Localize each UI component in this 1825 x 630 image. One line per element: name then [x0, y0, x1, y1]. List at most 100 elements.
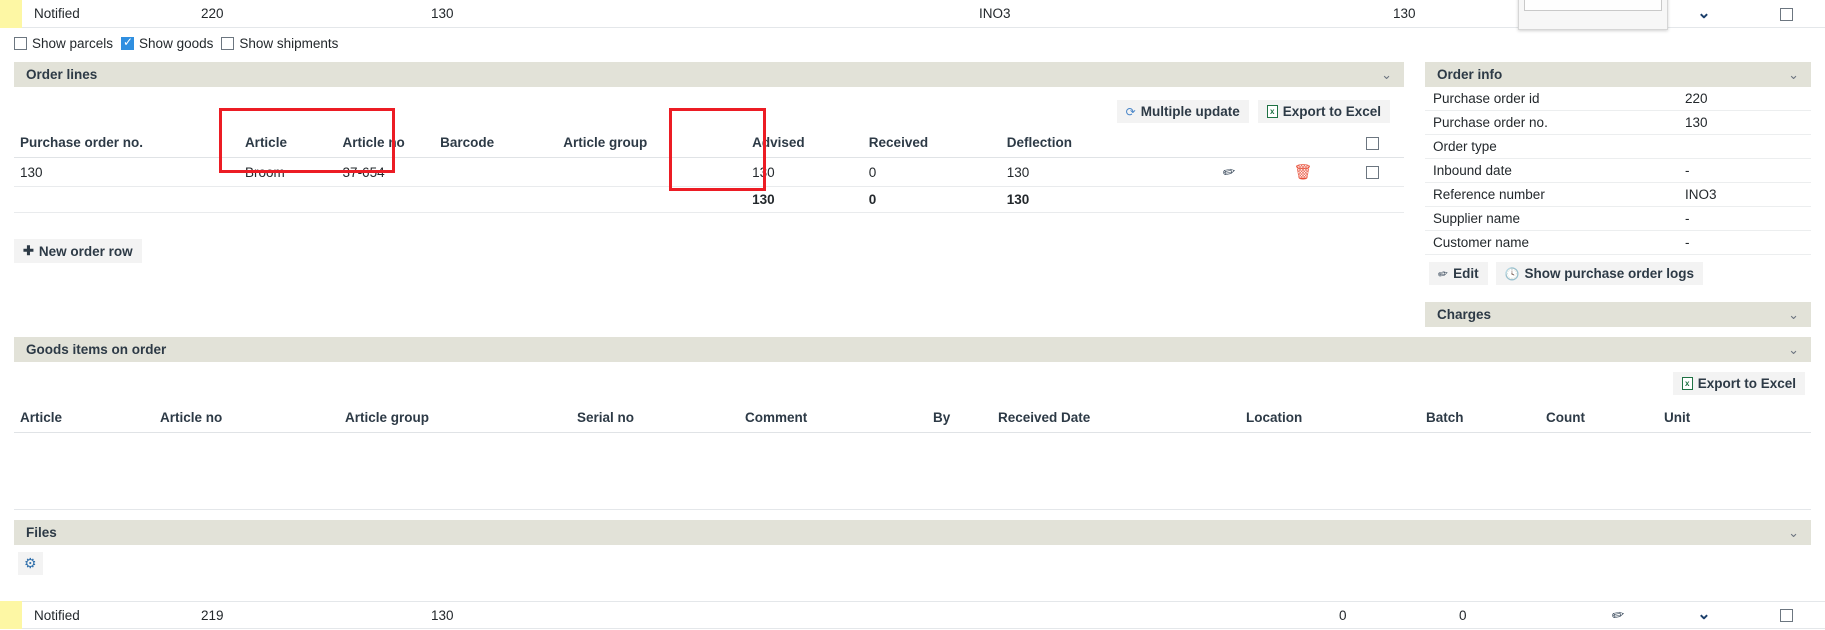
filter-show-parcels[interactable]: Show parcels — [14, 36, 113, 51]
parent-order-row-top[interactable]: Notified 220 130 INO3 130 ✏ ⌄ ⌄ — [0, 0, 1825, 30]
filter-show-shipments[interactable]: Show shipments — [221, 36, 338, 51]
row-edit-button[interactable]: ✏ — [1575, 606, 1661, 625]
section-title: Files — [26, 525, 57, 540]
col-received[interactable]: Received — [862, 131, 1001, 158]
chevron-down-icon: ⌄ — [1697, 606, 1711, 623]
show-purchase-order-logs-button[interactable]: 🕓 Show purchase order logs — [1495, 262, 1704, 285]
files-settings-button[interactable]: ⚙ — [18, 552, 43, 575]
field-label: Purchase order no. — [1425, 110, 1677, 135]
row-select-checkbox[interactable] — [1340, 157, 1404, 187]
col-article[interactable]: Article — [238, 131, 337, 158]
export-to-excel-button[interactable]: x Export to Excel — [1672, 372, 1805, 395]
chevron-down-icon[interactable]: ⌄ — [1381, 67, 1392, 83]
parent-order-row-bottom[interactable]: Notified 219 130 0 0 ✏ ⌄ — [0, 601, 1825, 629]
chevron-down-icon[interactable]: ⌄ — [1788, 525, 1799, 541]
col-article-no[interactable]: Article no — [154, 406, 339, 433]
filter-show-goods[interactable]: Show goods — [121, 35, 213, 51]
col-article-no[interactable]: Article no — [336, 131, 435, 158]
row-edit-button[interactable]: ✏ — [1191, 157, 1266, 187]
row-delete-button[interactable]: 🗑 — [1265, 157, 1341, 187]
field-label: Order type — [1425, 134, 1677, 159]
charges-section-header[interactable]: Charges ⌄ — [1425, 302, 1811, 327]
col-received-date[interactable]: Received Date — [992, 406, 1240, 433]
row-status-flag — [0, 601, 22, 629]
chevron-down-icon[interactable]: ⌄ — [1788, 307, 1799, 323]
trash-icon: 🗑 — [1293, 164, 1313, 181]
display-filters: Show parcels Show goods Show shipments — [14, 35, 346, 51]
goods-items-table: Article Article no Article group Serial … — [14, 406, 1811, 433]
col-article[interactable]: Article — [14, 406, 154, 433]
field-value: - — [1677, 158, 1811, 183]
field-value: - — [1677, 206, 1811, 231]
chevron-down-icon[interactable]: ⌄ — [1788, 342, 1799, 358]
row-select-checkbox[interactable] — [1747, 6, 1825, 21]
col-barcode[interactable]: Barcode — [434, 131, 558, 158]
sum-advised: 130 — [746, 186, 863, 213]
order-info-row: Customer name - — [1425, 230, 1811, 255]
section-title: Order lines — [26, 67, 98, 82]
row-received: 0 — [1459, 607, 1467, 623]
order-info-row: Purchase order id 220 — [1425, 87, 1811, 111]
goods-items-panel: x Export to Excel Article Article no Art… — [14, 362, 1811, 510]
cell-received: 0 — [862, 157, 1001, 187]
sum-blank-1 — [14, 186, 239, 213]
col-batch[interactable]: Batch — [1420, 406, 1540, 433]
checkbox-box — [1365, 166, 1379, 180]
order-info-section-header[interactable]: Order info ⌄ — [1425, 62, 1811, 87]
col-unit[interactable]: Unit — [1658, 406, 1811, 433]
chevron-down-icon[interactable]: ⌄ — [1788, 67, 1799, 83]
row-expand-toggle[interactable]: ⌄ — [1661, 607, 1747, 623]
inline-edit-popup[interactable]: ⌄ — [1518, 0, 1668, 30]
field-value: INO3 — [1677, 182, 1811, 207]
col-comment[interactable]: Comment — [739, 406, 927, 433]
col-delete — [1265, 131, 1341, 158]
order-info-table: Purchase order id 220 Purchase order no.… — [1425, 87, 1811, 255]
col-article-group[interactable]: Article group — [557, 131, 747, 158]
col-advised[interactable]: Advised — [746, 131, 863, 158]
checkbox-box — [1779, 7, 1793, 21]
order-lines-table: Purchase order no. Article Article no Ba… — [14, 131, 1404, 213]
col-location[interactable]: Location — [1240, 406, 1420, 433]
order-info-row: Supplier name - — [1425, 206, 1811, 231]
section-title: Charges — [1437, 307, 1492, 322]
col-by[interactable]: By — [927, 406, 992, 433]
col-select-all[interactable] — [1340, 131, 1404, 158]
new-order-row-button[interactable]: ✚ New order row — [14, 239, 142, 263]
checkbox-box — [14, 37, 27, 50]
checkbox-box — [1365, 136, 1379, 150]
order-lines-section-header[interactable]: Order lines ⌄ — [14, 62, 1404, 87]
chevron-down-icon: ⌄ — [1697, 4, 1711, 22]
button-label: Export to Excel — [1282, 104, 1381, 119]
field-value — [1677, 134, 1811, 159]
filter-label: Show shipments — [239, 36, 339, 51]
field-value: 220 — [1677, 87, 1811, 111]
order-lines-panel: ⟳ Multiple update x Export to Excel Purc… — [14, 87, 1404, 237]
cell-deflection: 130 — [1000, 157, 1192, 187]
order-info-row: Reference number INO3 — [1425, 182, 1811, 207]
button-label: Show purchase order logs — [1524, 266, 1695, 281]
order-info-actions: ✏ Edit 🕓 Show purchase order logs — [1429, 262, 1704, 285]
button-label: Multiple update — [1140, 104, 1240, 119]
field-label: Inbound date — [1425, 158, 1677, 183]
files-panel: ⚙ — [14, 545, 1811, 590]
cell-purchase-order-no: 130 — [14, 157, 239, 187]
col-serial-no[interactable]: Serial no — [571, 406, 739, 433]
popup-text-input[interactable] — [1524, 0, 1662, 11]
col-count[interactable]: Count — [1540, 406, 1658, 433]
col-article-group[interactable]: Article group — [339, 406, 571, 433]
files-section-header[interactable]: Files ⌄ — [14, 520, 1811, 545]
multiple-update-button[interactable]: ⟳ Multiple update — [1116, 100, 1249, 123]
table-row[interactable]: 130 Broom 37-654 130 0 130 ✏ 🗑 — [14, 157, 1404, 187]
export-to-excel-button[interactable]: x Export to Excel — [1257, 100, 1390, 123]
sum-blank-5 — [557, 186, 747, 213]
excel-icon: x — [1681, 377, 1693, 390]
row-select-checkbox[interactable] — [1747, 608, 1825, 623]
goods-items-section-header[interactable]: Goods items on order ⌄ — [14, 337, 1811, 362]
edit-button[interactable]: ✏ Edit — [1429, 262, 1488, 285]
order-info-row: Inbound date - — [1425, 158, 1811, 183]
sum-blank-2 — [238, 186, 337, 213]
sum-blank-7 — [1265, 186, 1341, 213]
col-deflection[interactable]: Deflection — [1000, 131, 1192, 158]
row-expand-toggle[interactable]: ⌄ — [1661, 4, 1747, 22]
col-purchase-order-no[interactable]: Purchase order no. — [14, 131, 239, 158]
